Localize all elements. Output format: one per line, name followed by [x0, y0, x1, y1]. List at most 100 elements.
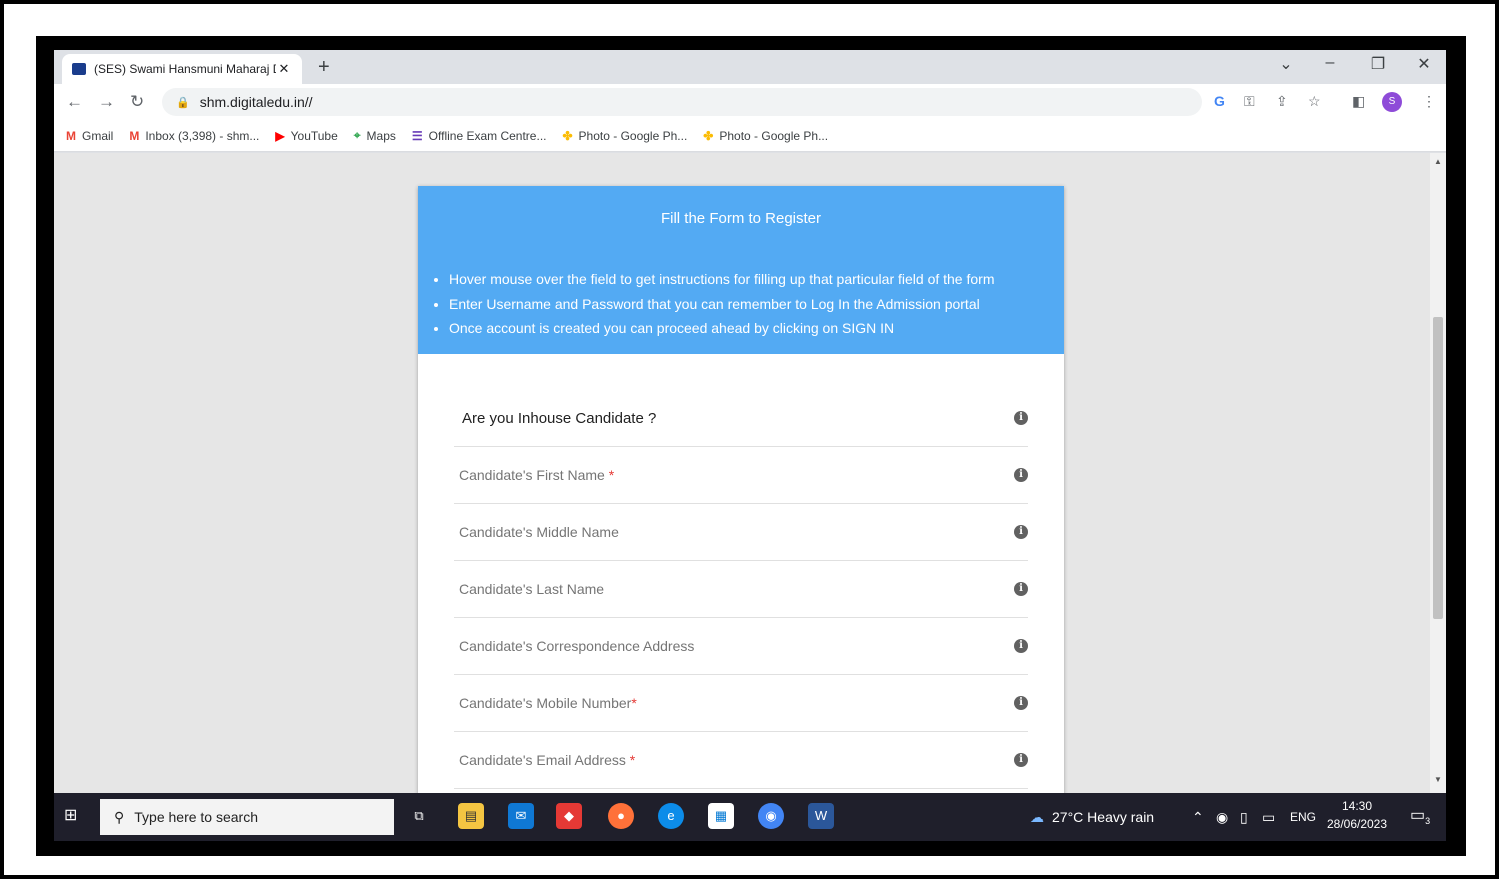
- minimize-icon[interactable]: –: [1310, 54, 1350, 72]
- edge-icon[interactable]: e: [658, 803, 684, 829]
- restore-icon[interactable]: ❐: [1358, 54, 1398, 74]
- forward-icon[interactable]: →: [98, 92, 115, 112]
- instruction-item: Hover mouse over the field to get instru…: [449, 267, 1064, 292]
- tab-title: (SES) Swami Hansmuni Maharaj D: [94, 62, 276, 76]
- first-name-field[interactable]: Candidate's First Name * i: [454, 447, 1028, 504]
- tab-search-chevron-icon[interactable]: ⌄: [1266, 54, 1306, 74]
- file-explorer-icon[interactable]: ▤: [458, 803, 484, 829]
- anydesk-icon[interactable]: ◆: [556, 803, 582, 829]
- instruction-item: Enter Username and Password that you can…: [449, 292, 1064, 317]
- gmail-icon: M: [129, 128, 140, 143]
- scroll-up-icon[interactable]: ▲: [1434, 157, 1442, 166]
- meet-now-icon[interactable]: ◉: [1216, 793, 1228, 841]
- word-icon[interactable]: W: [808, 803, 834, 829]
- inhouse-candidate-label: Are you Inhouse Candidate ?: [462, 409, 657, 427]
- address-bar[interactable]: 🔒 shm.digitaledu.in//: [162, 88, 1202, 116]
- search-icon: ⚲: [114, 808, 125, 825]
- required-mark: *: [608, 467, 615, 483]
- windows-taskbar: ⊞ ⚲ Type here to search ⧉ ▤ ✉ ◆ ● e ▦ ◉ …: [54, 793, 1446, 841]
- lock-icon: 🔒: [176, 96, 190, 109]
- language-indicator[interactable]: ENG: [1290, 793, 1316, 841]
- page-scrollbar[interactable]: ▲ ▼: [1430, 153, 1446, 793]
- instruction-list: Hover mouse over the field to get instru…: [418, 267, 1064, 341]
- taskbar-search-box[interactable]: ⚲ Type here to search: [100, 799, 394, 835]
- bookmark-item[interactable]: ▶ YouTube: [275, 129, 337, 143]
- system-clock[interactable]: 14:30 28/06/2023: [1322, 797, 1392, 833]
- bookmark-item[interactable]: ⌖ Maps: [354, 128, 396, 143]
- clock-date: 28/06/2023: [1326, 817, 1388, 831]
- reload-icon[interactable]: ↻: [130, 92, 144, 112]
- windows-start-icon[interactable]: ⊞: [64, 805, 77, 825]
- notification-count: 3: [1425, 816, 1431, 827]
- form-header: Fill the Form to Register Hover mouse ov…: [418, 186, 1064, 354]
- last-name-label: Candidate's Last Name: [459, 581, 605, 597]
- email-field[interactable]: Candidate's Email Address * i: [454, 732, 1028, 789]
- search-placeholder: Type here to search: [134, 809, 259, 825]
- network-icon[interactable]: ▭: [1262, 793, 1275, 841]
- new-tab-button[interactable]: +: [318, 56, 330, 79]
- bookmark-item[interactable]: ☰ Offline Exam Centre...: [412, 129, 547, 143]
- mobile-field[interactable]: Candidate's Mobile Number * i: [454, 675, 1028, 732]
- scrollbar-thumb[interactable]: [1433, 317, 1443, 619]
- middle-name-field[interactable]: Candidate's Middle Name i: [454, 504, 1028, 561]
- bookmark-item[interactable]: ✤ Photo - Google Ph...: [562, 129, 687, 143]
- mail-icon[interactable]: ✉: [508, 803, 534, 829]
- close-window-icon[interactable]: ✕: [1404, 54, 1444, 74]
- battery-icon[interactable]: ▯: [1240, 793, 1248, 841]
- side-panel-icon[interactable]: ◧: [1352, 93, 1365, 110]
- profile-avatar[interactable]: S: [1382, 92, 1402, 112]
- info-icon[interactable]: i: [1014, 411, 1028, 425]
- firefox-icon[interactable]: ●: [608, 803, 634, 829]
- menu-kebab-icon[interactable]: ⋮: [1422, 93, 1436, 110]
- maps-icon: ⌖: [353, 128, 361, 142]
- last-name-field[interactable]: Candidate's Last Name i: [454, 561, 1028, 618]
- scroll-down-icon[interactable]: ▼: [1434, 775, 1442, 784]
- address-label: Candidate's Correspondence Address: [459, 638, 695, 654]
- url-text: shm.digitaledu.in//: [199, 94, 313, 110]
- notification-icon[interactable]: ▭3: [1410, 805, 1430, 826]
- key-icon[interactable]: ⚿: [1244, 93, 1255, 110]
- bookmark-star-icon[interactable]: ☆: [1308, 93, 1321, 110]
- youtube-icon: ▶: [275, 128, 285, 143]
- info-icon[interactable]: i: [1014, 696, 1028, 710]
- google-lens-icon[interactable]: G: [1214, 93, 1225, 109]
- inhouse-candidate-select[interactable]: Are you Inhouse Candidate ? i: [454, 390, 1028, 447]
- gmail-icon: M: [66, 128, 76, 143]
- clock-time: 14:30: [1341, 799, 1373, 813]
- tab-strip: (SES) Swami Hansmuni Maharaj D ✕ + ⌄ – ❐…: [54, 50, 1446, 84]
- page-viewport: Fill the Form to Register Hover mouse ov…: [54, 153, 1446, 793]
- bookmark-item[interactable]: ✤ Photo - Google Ph...: [703, 129, 828, 143]
- task-view-icon[interactable]: ⧉: [406, 803, 432, 829]
- info-icon[interactable]: i: [1014, 639, 1028, 653]
- registration-card: Fill the Form to Register Hover mouse ov…: [418, 186, 1064, 793]
- browser-tab[interactable]: (SES) Swami Hansmuni Maharaj D ✕: [62, 54, 302, 84]
- first-name-label: Candidate's First Name: [459, 467, 605, 483]
- info-icon[interactable]: i: [1014, 582, 1028, 596]
- required-mark: *: [629, 752, 636, 768]
- browser-screen: (SES) Swami Hansmuni Maharaj D ✕ + ⌄ – ❐…: [54, 50, 1446, 841]
- info-icon[interactable]: i: [1014, 525, 1028, 539]
- bookmark-item[interactable]: M Gmail: [66, 129, 113, 143]
- email-label: Candidate's Email Address: [459, 752, 626, 768]
- back-icon[interactable]: ←: [66, 92, 83, 112]
- weather-cloud-icon: ☁: [1030, 808, 1044, 825]
- address-field[interactable]: Candidate's Correspondence Address i: [454, 618, 1028, 675]
- photos-icon: ✤: [703, 128, 714, 143]
- instruction-item: Once account is created you can proceed …: [449, 316, 1064, 341]
- form-title: Fill the Form to Register: [660, 210, 822, 227]
- middle-name-label: Candidate's Middle Name: [459, 524, 619, 540]
- photos-icon: ✤: [562, 128, 573, 143]
- share-icon[interactable]: ⇪: [1276, 93, 1288, 110]
- store-icon[interactable]: ▦: [708, 803, 734, 829]
- tray-chevron-icon[interactable]: ⌃: [1192, 793, 1204, 841]
- chrome-icon[interactable]: ◉: [758, 803, 784, 829]
- info-icon[interactable]: i: [1014, 468, 1028, 482]
- form-body: Are you Inhouse Candidate ? i Candidate'…: [418, 354, 1064, 789]
- weather-text: 27°C Heavy rain: [1052, 809, 1155, 825]
- bookmark-item[interactable]: M Inbox (3,398) - shm...: [129, 129, 259, 143]
- info-icon[interactable]: i: [1014, 753, 1028, 767]
- tab-close-icon[interactable]: ✕: [276, 61, 292, 77]
- weather-widget[interactable]: ☁ 27°C Heavy rain: [1030, 793, 1154, 841]
- address-toolbar: ← → ↻ 🔒 shm.digitaledu.in// G ⚿ ⇪ ☆ ◧ S …: [54, 84, 1446, 120]
- book-favicon-icon: [72, 63, 86, 75]
